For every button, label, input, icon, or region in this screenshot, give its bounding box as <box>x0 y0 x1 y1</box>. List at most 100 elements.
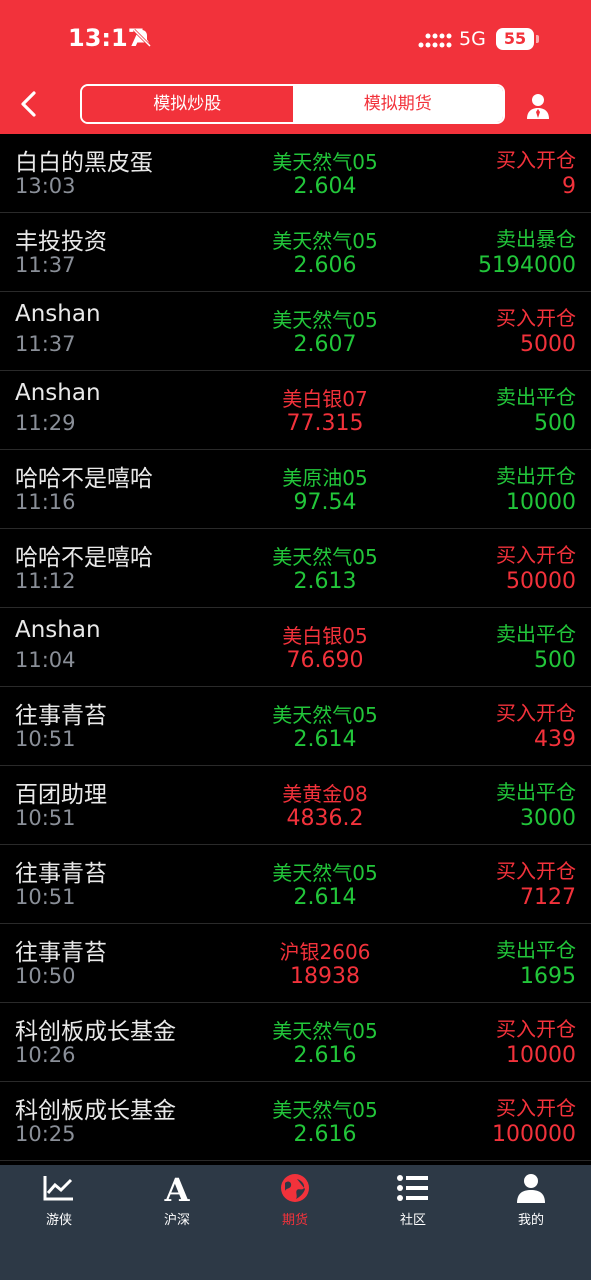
trade-row[interactable]: 百团助理 10:51 美黄金08 4836.2 卖出平仓 3000 <box>0 766 591 845</box>
trade-price: 2.616 <box>293 1043 357 1068</box>
trade-time: 10:51 <box>15 885 76 909</box>
trade-row[interactable]: 哈哈不是嘻哈 11:16 美原油05 97.54 卖出开仓 10000 <box>0 450 591 529</box>
trade-price: 4836.2 <box>286 806 364 831</box>
trade-price: 18938 <box>290 964 360 989</box>
trader-name: Anshan <box>15 380 101 406</box>
trader-name: 白白的黑皮蛋 <box>15 150 153 176</box>
trade-action: 卖出平仓 <box>496 622 576 646</box>
trade-time: 10:26 <box>15 1043 76 1067</box>
trade-row[interactable]: 哈哈不是嘻哈 11:12 美天然气05 2.613 买入开仓 50000 <box>0 529 591 608</box>
trade-action: 买入开仓 <box>496 1017 576 1041</box>
trade-time: 11:04 <box>15 648 76 672</box>
trade-row[interactable]: 科创板成长基金 10:25 美天然气05 2.616 买入开仓 100000 <box>0 1082 591 1161</box>
trade-price: 2.607 <box>293 332 357 357</box>
trade-time: 10:25 <box>15 1122 76 1146</box>
trade-action: 卖出开仓 <box>496 464 576 488</box>
trade-time: 10:51 <box>15 806 76 830</box>
trade-action: 卖出平仓 <box>496 938 576 962</box>
trade-price: 76.690 <box>286 648 364 673</box>
trader-name: 哈哈不是嘻哈 <box>15 545 153 571</box>
nav-item-futures[interactable]: 期货 <box>236 1173 354 1228</box>
tab-mock-futures[interactable]: 模拟期货 <box>292 86 503 122</box>
contract-symbol: 美天然气05 <box>272 308 378 332</box>
chart-icon <box>43 1176 73 1201</box>
trade-row[interactable]: 白白的黑皮蛋 13:03 美天然气05 2.604 买入开仓 9 <box>0 134 591 213</box>
nav-label: 社区 <box>399 1213 426 1228</box>
nav-item-community[interactable]: 社区 <box>354 1173 472 1228</box>
header: 13:17 5G 55 模拟炒股 模拟期货 <box>0 0 591 134</box>
trade-time: 11:37 <box>15 253 76 277</box>
trade-price: 2.616 <box>293 1122 357 1147</box>
contract-symbol: 美天然气05 <box>272 545 378 569</box>
trader-name: 往事青苔 <box>15 861 107 887</box>
trade-price: 77.315 <box>286 411 364 436</box>
contract-symbol: 美天然气05 <box>272 861 378 885</box>
trade-quantity: 100000 <box>492 1122 576 1147</box>
contract-symbol: 美原油05 <box>282 466 368 490</box>
trade-price: 2.604 <box>293 174 357 199</box>
trade-quantity: 500 <box>534 648 576 673</box>
trade-row[interactable]: Anshan 11:37 美天然气05 2.607 买入开仓 5000 <box>0 292 591 371</box>
tab-mock-stock[interactable]: 模拟炒股 <box>82 86 293 122</box>
letter-a-icon: A <box>164 1173 191 1203</box>
bell-off-icon <box>132 28 152 48</box>
contract-symbol: 美天然气05 <box>272 150 378 174</box>
trade-action: 买入开仓 <box>496 543 576 567</box>
signal-icon <box>418 33 452 48</box>
battery-tip <box>536 35 539 43</box>
trade-price: 97.54 <box>293 490 357 515</box>
contract-symbol: 美黄金08 <box>282 782 368 806</box>
nav-label: 沪深 <box>163 1213 190 1228</box>
trade-price: 2.606 <box>293 253 357 278</box>
nav-item-hushen[interactable]: A 沪深 <box>118 1173 236 1228</box>
trade-action: 买入开仓 <box>496 701 576 725</box>
trade-row[interactable]: Anshan 11:04 美白银05 76.690 卖出平仓 500 <box>0 608 591 687</box>
trade-row[interactable]: 往事青苔 10:50 沪银2606 18938 卖出平仓 1695 <box>0 924 591 1003</box>
trade-action: 买入开仓 <box>496 859 576 883</box>
trade-action: 买入开仓 <box>496 1096 576 1120</box>
nav-item-mine[interactable]: 我的 <box>472 1173 590 1228</box>
bottom-nav: 游侠 A 沪深 期货 社区 我的 <box>0 1165 591 1280</box>
trader-name: 哈哈不是嘻哈 <box>15 466 153 492</box>
user-tie-icon[interactable] <box>524 92 552 120</box>
trade-quantity: 3000 <box>520 806 576 831</box>
contract-symbol: 美天然气05 <box>272 703 378 727</box>
trader-name: 丰投投资 <box>15 229 107 255</box>
trade-time: 10:51 <box>15 727 76 751</box>
globe-icon <box>281 1174 309 1202</box>
trade-row[interactable]: 往事青苔 10:51 美天然气05 2.614 买入开仓 7127 <box>0 845 591 924</box>
list-icon <box>397 1175 428 1201</box>
trade-row[interactable]: Anshan 11:29 美白银07 77.315 卖出平仓 500 <box>0 371 591 450</box>
contract-symbol: 美白银07 <box>282 387 368 411</box>
trade-action: 卖出平仓 <box>496 780 576 804</box>
person-icon <box>517 1174 545 1203</box>
trade-quantity: 1695 <box>520 964 576 989</box>
trade-quantity: 10000 <box>506 1043 576 1068</box>
trade-price: 2.614 <box>293 885 357 910</box>
trade-row[interactable]: 科创板成长基金 10:26 美天然气05 2.616 买入开仓 10000 <box>0 1003 591 1082</box>
nav-item-youxia[interactable]: 游侠 <box>0 1173 118 1228</box>
trade-action: 买入开仓 <box>496 148 576 172</box>
trader-name: 百团助理 <box>15 782 107 808</box>
trader-name: 往事青苔 <box>15 703 107 729</box>
battery-level: 55 <box>496 28 534 50</box>
trade-quantity: 10000 <box>506 490 576 515</box>
trade-quantity: 439 <box>534 727 576 752</box>
trade-time: 11:16 <box>15 490 76 514</box>
trade-row[interactable]: 往事青苔 10:51 美天然气05 2.614 买入开仓 439 <box>0 687 591 766</box>
trade-time: 13:03 <box>15 174 76 198</box>
back-arrow-icon[interactable] <box>16 90 44 118</box>
trader-name: Anshan <box>15 617 101 643</box>
contract-symbol: 美天然气05 <box>272 1098 378 1122</box>
trade-quantity: 50000 <box>506 569 576 594</box>
trade-quantity: 9 <box>562 174 576 199</box>
trade-quantity: 5194000 <box>478 253 576 278</box>
nav-label: 期货 <box>281 1213 308 1228</box>
trader-name: 科创板成长基金 <box>15 1098 176 1124</box>
trade-action: 卖出暴仓 <box>496 227 576 251</box>
trader-name: 科创板成长基金 <box>15 1019 176 1045</box>
contract-symbol: 美天然气05 <box>272 1019 378 1043</box>
trade-time: 11:29 <box>15 411 76 435</box>
trade-time: 11:37 <box>15 332 76 356</box>
trade-row[interactable]: 丰投投资 11:37 美天然气05 2.606 卖出暴仓 5194000 <box>0 213 591 292</box>
